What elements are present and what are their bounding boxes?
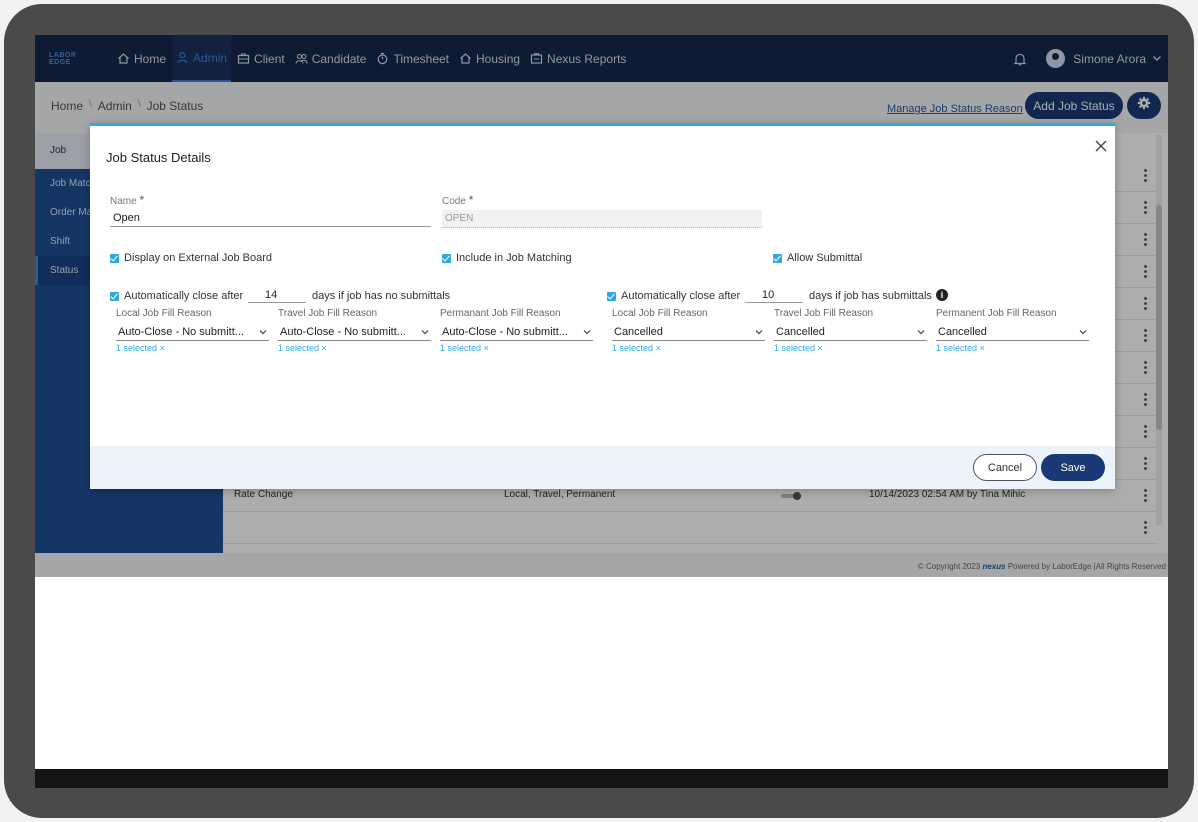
close-icon[interactable] <box>1094 139 1108 153</box>
permanent-fill-reason-label: Permanent Job Fill Reason <box>936 308 1057 319</box>
no-submittals-days-input[interactable]: 14 <box>248 289 306 303</box>
local-fill-reason-select[interactable]: Auto-Close - No submitt... <box>116 323 269 341</box>
checkbox-checked-icon <box>442 253 451 263</box>
travel-selected-note[interactable]: 1 selected × <box>774 343 823 353</box>
permanent-fill-reason-select[interactable]: Auto-Close - No submitt... <box>440 323 593 341</box>
travel-fill-reason-select[interactable]: Auto-Close - No submitt... <box>278 323 431 341</box>
submittals-days-input[interactable]: 10 <box>745 289 803 303</box>
permanent-fill-reason-label: Permanant Job Fill Reason <box>440 308 561 319</box>
cancel-button[interactable]: Cancel <box>973 454 1037 481</box>
chevron-down-icon <box>421 327 429 335</box>
dialog-title: Job Status Details <box>106 150 211 165</box>
chevron-down-icon <box>1079 327 1087 335</box>
local-selected-note[interactable]: 1 selected × <box>612 343 661 353</box>
travel-fill-reason-label: Travel Job Fill Reason <box>774 308 874 319</box>
name-field[interactable]: Open <box>110 210 431 227</box>
code-label: Code * <box>442 193 474 207</box>
checkbox-checked-icon <box>607 291 616 301</box>
permanent-selected-note[interactable]: 1 selected × <box>440 343 489 353</box>
name-label: Name * <box>110 193 145 207</box>
local-selected-note[interactable]: 1 selected × <box>116 343 165 353</box>
local-fill-reason-label: Local Job Fill Reason <box>116 308 212 319</box>
checkbox-checked-icon <box>110 291 119 301</box>
display-external-checkbox[interactable]: Display on External Job Board <box>110 252 272 264</box>
bottom-strip <box>35 769 1168 788</box>
checkbox-checked-icon <box>773 253 782 263</box>
permanent-fill-reason-select[interactable]: Cancelled <box>936 323 1089 341</box>
no-submittals-suffix: days if job has no submittals <box>312 290 451 302</box>
local-fill-reason-label: Local Job Fill Reason <box>612 308 708 319</box>
submittals-suffix: days if job has submittals <box>809 290 932 302</box>
dialog-footer: Cancel Save <box>90 446 1115 489</box>
travel-fill-reason-label: Travel Job Fill Reason <box>278 308 378 319</box>
local-fill-reason-select[interactable]: Cancelled <box>612 323 765 341</box>
code-field: OPEN <box>442 210 762 228</box>
save-button[interactable]: Save <box>1041 454 1105 481</box>
auto-close-submittals-checkbox[interactable]: Automatically close after <box>607 290 740 302</box>
chevron-down-icon <box>755 327 763 335</box>
job-status-details-dialog: Job Status Details Name * Open Code * OP… <box>90 123 1115 489</box>
permanent-selected-note[interactable]: 1 selected × <box>936 343 985 353</box>
device-frame: LABOR EDGE Home Admin Client Candidate T… <box>0 0 1198 822</box>
allow-submittal-checkbox[interactable]: Allow Submittal <box>773 252 862 264</box>
travel-selected-note[interactable]: 1 selected × <box>278 343 327 353</box>
screen: LABOR EDGE Home Admin Client Candidate T… <box>35 35 1168 788</box>
app: LABOR EDGE Home Admin Client Candidate T… <box>35 35 1168 577</box>
include-matching-checkbox[interactable]: Include in Job Matching <box>442 252 572 264</box>
chevron-down-icon <box>259 327 267 335</box>
chevron-down-icon <box>917 327 925 335</box>
travel-fill-reason-select[interactable]: Cancelled <box>774 323 927 341</box>
chevron-down-icon <box>583 327 591 335</box>
auto-close-no-submittals-checkbox[interactable]: Automatically close after <box>110 290 243 302</box>
checkbox-checked-icon <box>110 253 119 263</box>
info-icon[interactable]: i <box>936 289 948 301</box>
